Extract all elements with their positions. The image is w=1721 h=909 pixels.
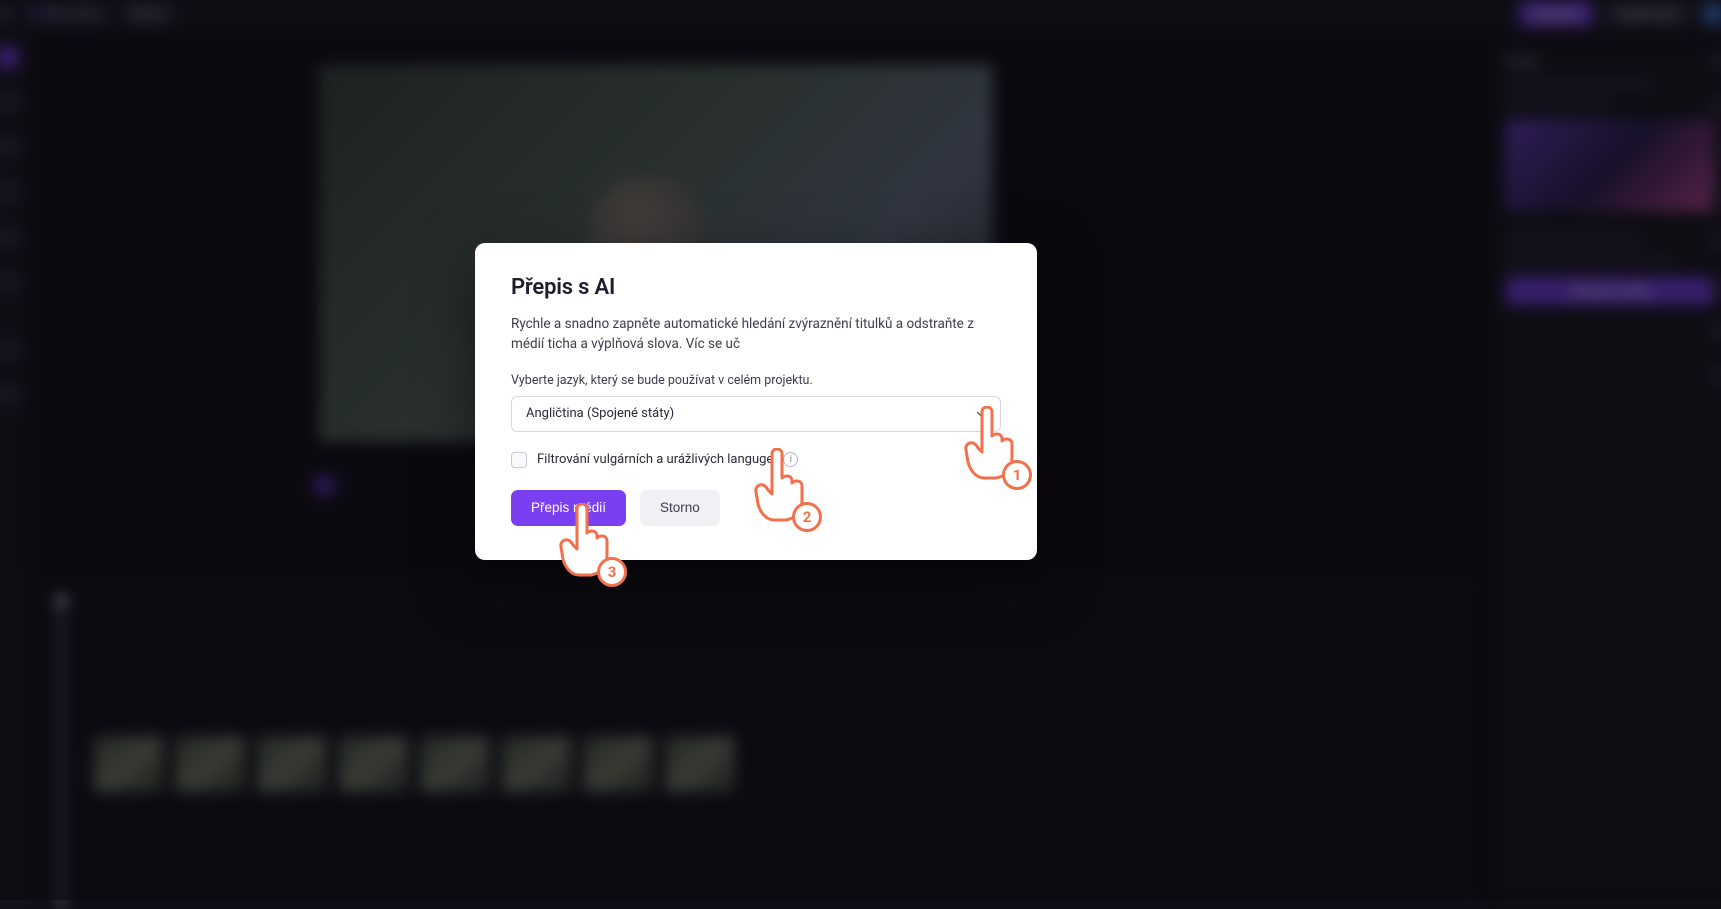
modal-buttons: Přepis médií Storno (511, 490, 1001, 526)
profanity-filter-checkbox[interactable] (511, 452, 527, 468)
info-icon[interactable]: i (783, 452, 798, 467)
language-selected-value: Angličtina (Spojené státy) (526, 406, 674, 421)
language-field-label: Vyberte jazyk, který se bude používat v … (511, 373, 1001, 388)
language-select[interactable]: Angličtina (Spojené státy) (511, 396, 1001, 432)
cancel-button[interactable]: Storno (640, 490, 720, 526)
profanity-filter-label: Filtrování vulgárních a urážlivých langu… (537, 452, 773, 467)
chevron-down-icon (974, 407, 988, 421)
profanity-filter-row: Filtrování vulgárních a urážlivých langu… (511, 452, 1001, 468)
transcribe-button[interactable]: Přepis médií (511, 490, 626, 526)
modal-description: Rychle a snadno zapněte automatické hled… (511, 314, 1001, 355)
transcribe-modal: Přepis s AI Rychle a snadno zapněte auto… (475, 243, 1037, 560)
modal-title: Přepis s AI (511, 275, 1001, 300)
learn-more-link[interactable]: Víc se uč (686, 336, 740, 352)
